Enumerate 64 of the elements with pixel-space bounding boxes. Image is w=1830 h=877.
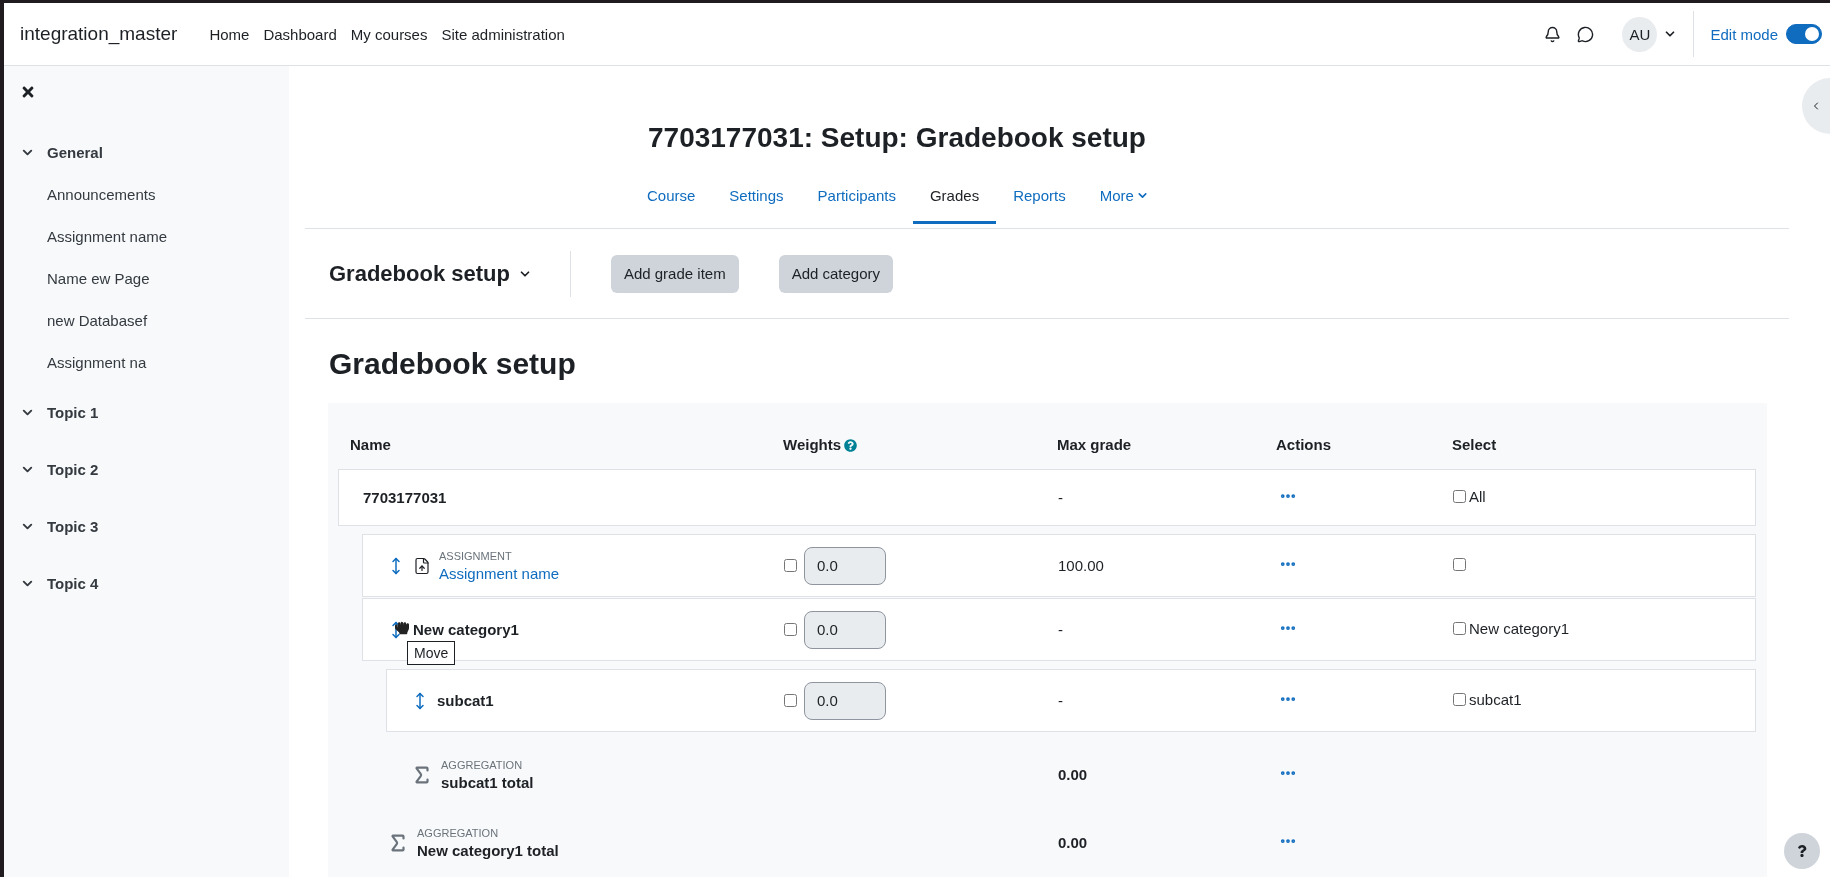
nav-link[interactable]: Dashboard (263, 25, 337, 43)
action-button[interactable]: Add grade item (610, 254, 739, 293)
item-type-label: AGGREGATION (441, 759, 524, 771)
select-checkbox[interactable] (1453, 693, 1466, 706)
nav-tab[interactable]: More (1082, 187, 1166, 224)
max-grade: 0.00 (1058, 766, 1088, 783)
nav-tab[interactable]: Settings (712, 187, 801, 224)
nav-tab[interactable]: Grades (912, 187, 997, 224)
action-button[interactable]: Add category (778, 254, 894, 293)
category-name: New category1 (413, 621, 519, 638)
section-title[interactable]: Topic 1 (47, 404, 99, 421)
item-type-label: ASSIGNMENT (439, 549, 513, 562)
nav-tab[interactable]: Reports (996, 187, 1083, 224)
section-title[interactable]: Topic 4 (47, 575, 99, 592)
select-checkbox-label[interactable]: All (1453, 488, 1486, 505)
sidebar-item[interactable]: Assignment na (20, 342, 289, 384)
nav-link[interactable]: Home (209, 25, 250, 43)
messages-icon[interactable] (1577, 25, 1595, 43)
max-grade: - (1058, 488, 1063, 506)
aggregation-name: subcat1 total (441, 774, 534, 791)
sidebar-item[interactable]: Name ew Page (20, 258, 289, 300)
select-checkbox[interactable] (1453, 557, 1466, 571)
column-header: Weights (783, 436, 842, 453)
section-heading: Gradebook setup (329, 347, 577, 381)
max-grade: 0.00 (1058, 833, 1088, 851)
close-icon[interactable] (20, 84, 36, 100)
help-icon[interactable] (844, 439, 858, 452)
nav-tab[interactable]: Participants (800, 187, 913, 224)
question-mark-icon (1796, 845, 1808, 857)
aggregation-name: New category1 total (417, 841, 559, 859)
section-title[interactable]: Topic 3 (47, 518, 99, 535)
max-grade: - (1058, 691, 1063, 709)
section-title[interactable]: Topic 2 (47, 461, 99, 478)
edit-mode-label: Edit mode (1710, 25, 1778, 43)
max-grade: 100.00 (1058, 556, 1104, 574)
column-header: Max grade (1057, 436, 1132, 453)
page-title: 7703177031: Setup: Gradebook setup (648, 122, 1147, 154)
nav-link[interactable]: My courses (350, 25, 428, 43)
gradebook-selector[interactable]: Gradebook setup (329, 260, 532, 287)
column-header: Select (1452, 436, 1497, 453)
file-upload-icon (413, 556, 431, 575)
item-type-label: AGGREGATION (417, 826, 500, 839)
category-name: subcat1 (437, 692, 494, 709)
item-name-link[interactable]: Assignment name (439, 564, 560, 582)
select-checkbox[interactable] (1453, 490, 1466, 503)
category-name: 7703177031 (363, 489, 447, 506)
section-title[interactable]: General (47, 143, 103, 161)
column-header: Actions (1276, 436, 1331, 453)
select-checkbox-label[interactable]: New category1 (1453, 620, 1570, 637)
nav-tab[interactable]: Course (647, 187, 713, 224)
sidebar-item[interactable]: Announcements (20, 174, 289, 216)
column-header: Name (349, 436, 391, 453)
notifications-bell-icon[interactable] (1544, 25, 1562, 43)
select-checkbox-label[interactable]: subcat1 (1453, 691, 1522, 708)
hand-cursor-icon (395, 621, 409, 635)
edit-mode-switch[interactable] (1786, 24, 1822, 44)
sidebar-item[interactable]: new Databasef (20, 300, 289, 342)
site-brand[interactable]: integration_master (20, 23, 178, 45)
sidebar-item[interactable]: Assignment name (20, 216, 289, 258)
select-checkbox[interactable] (1453, 622, 1466, 635)
tooltip: Move (407, 641, 456, 665)
max-grade: - (1058, 620, 1063, 638)
user-avatar[interactable]: AU (1622, 16, 1658, 52)
nav-link[interactable]: Site administration (441, 25, 565, 43)
